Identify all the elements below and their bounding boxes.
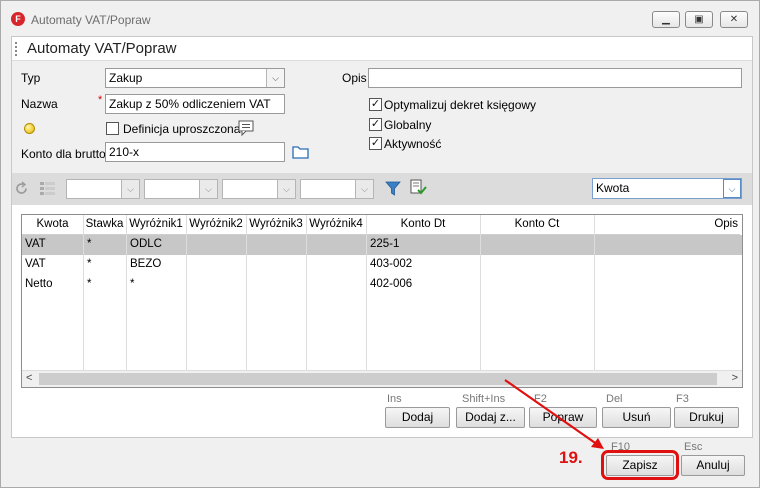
filter-combo-2[interactable]: ⌵ bbox=[144, 179, 218, 199]
cell-wyroznik1: ODLC bbox=[130, 238, 162, 250]
col-header-konto-ct[interactable]: Konto Ct bbox=[480, 215, 594, 235]
chevron-down-icon[interactable]: ⌵ bbox=[277, 180, 295, 198]
konto-field[interactable]: 210-x bbox=[105, 142, 285, 162]
optymalizuj-checkbox[interactable]: ✓ bbox=[369, 98, 382, 111]
cell-wyroznik1: * bbox=[130, 278, 135, 290]
scroll-left-icon[interactable]: < bbox=[26, 372, 32, 384]
col-header-wyroznik3[interactable]: Wyróżnik3 bbox=[246, 215, 306, 235]
horizontal-scrollbar[interactable]: < > bbox=[22, 370, 742, 387]
shortcut-esc: Esc bbox=[684, 441, 703, 453]
close-button[interactable]: ✕ bbox=[720, 11, 748, 28]
col-header-stawka[interactable]: Stawka bbox=[83, 215, 126, 235]
required-marker: * bbox=[98, 94, 103, 106]
filter-combo-1[interactable]: ⌵ bbox=[66, 179, 140, 199]
konto-label: Konto dla brutto bbox=[21, 147, 106, 161]
shortcut-f3: F3 bbox=[676, 393, 689, 405]
globalny-checkbox[interactable]: ✓ bbox=[369, 118, 382, 131]
chevron-down-icon[interactable]: ⌵ bbox=[199, 180, 217, 198]
column-filter-select[interactable]: Kwota ⌵ bbox=[592, 178, 742, 199]
cell-kwota: VAT bbox=[25, 238, 46, 250]
print-button[interactable]: Drukuj bbox=[674, 407, 739, 428]
folder-icon[interactable] bbox=[292, 144, 310, 159]
chevron-down-icon[interactable]: ⌵ bbox=[723, 179, 741, 198]
col-header-wyroznik1[interactable]: Wyróżnik1 bbox=[126, 215, 186, 235]
title-bar[interactable]: F Automaty VAT/Popraw ▁ ▣ ✕ bbox=[1, 1, 759, 37]
data-grid: Kwota Stawka Wyróżnik1 Wyróżnik2 Wyróżni… bbox=[21, 214, 743, 388]
annotation-step-label: 19. bbox=[559, 448, 583, 467]
restore-button[interactable]: ▣ bbox=[685, 11, 713, 28]
header-form: Typ Zakup ⌵ Nazwa * Zakup z 50% odliczen… bbox=[12, 61, 752, 173]
panel-header: Automaty VAT/Popraw bbox=[12, 37, 752, 61]
col-header-wyroznik2[interactable]: Wyróżnik2 bbox=[186, 215, 246, 235]
column-divider bbox=[186, 215, 187, 371]
delete-button[interactable]: Usuń bbox=[602, 407, 671, 428]
column-settings-icon[interactable] bbox=[39, 180, 57, 197]
minimize-button[interactable]: ▁ bbox=[652, 11, 680, 28]
scroll-right-icon[interactable]: > bbox=[732, 372, 738, 384]
opis-label: Opis bbox=[342, 71, 367, 85]
scrollbar-thumb[interactable] bbox=[39, 373, 717, 385]
optymalizuj-label: Optymalizuj dekret księgowy bbox=[384, 98, 537, 112]
cell-kwota: Netto bbox=[25, 278, 53, 290]
column-divider bbox=[306, 215, 307, 371]
chevron-down-icon[interactable]: ⌵ bbox=[121, 180, 139, 198]
nazwa-label: Nazwa bbox=[21, 97, 58, 111]
column-divider bbox=[480, 215, 481, 371]
app-logo-icon: F bbox=[11, 12, 25, 26]
main-panel: Automaty VAT/Popraw Typ Zakup ⌵ Nazwa * … bbox=[11, 36, 753, 438]
comment-icon[interactable] bbox=[238, 120, 255, 136]
filter-combo-3[interactable]: ⌵ bbox=[222, 179, 296, 199]
shortcut-ins: Ins bbox=[387, 393, 402, 405]
column-divider bbox=[594, 215, 595, 371]
grid-toolbar: ⌵ ⌵ ⌵ ⌵ Kwota ⌵ bbox=[12, 173, 752, 205]
typ-label: Typ bbox=[21, 71, 41, 85]
status-bulb-icon bbox=[24, 123, 35, 134]
cancel-button[interactable]: Anuluj bbox=[681, 455, 745, 476]
filter-combo-4[interactable]: ⌵ bbox=[300, 179, 374, 199]
definicja-label: Definicja uproszczona bbox=[123, 122, 241, 136]
opis-field[interactable] bbox=[368, 68, 742, 88]
panel-title: Automaty VAT/Popraw bbox=[27, 40, 177, 57]
column-divider bbox=[366, 215, 367, 371]
column-divider bbox=[126, 215, 127, 371]
col-header-opis[interactable]: Opis bbox=[594, 215, 740, 235]
aktywnosc-checkbox[interactable]: ✓ bbox=[369, 137, 382, 150]
column-divider bbox=[83, 215, 84, 371]
dialog-window: F Automaty VAT/Popraw ▁ ▣ ✕ Automaty VAT… bbox=[0, 0, 760, 488]
cell-konto-dt: 225-1 bbox=[370, 238, 400, 250]
globalny-label: Globalny bbox=[384, 118, 432, 132]
annotation-arrow bbox=[504, 379, 604, 449]
cell-konto-dt: 403-002 bbox=[370, 258, 413, 270]
shortcut-shift-ins: Shift+Ins bbox=[462, 393, 506, 405]
column-filter-value: Kwota bbox=[596, 181, 630, 195]
nazwa-field[interactable]: Zakup z 50% odliczeniem VAT bbox=[105, 94, 285, 114]
cell-wyroznik1: BEZO bbox=[130, 258, 162, 270]
add-button[interactable]: Dodaj bbox=[385, 407, 450, 428]
col-header-konto-dt[interactable]: Konto Dt bbox=[366, 215, 480, 235]
table-row[interactable]: Netto * * 402-006 bbox=[22, 275, 742, 295]
annotation-highlight-box bbox=[601, 450, 679, 480]
cell-kwota: VAT bbox=[25, 258, 46, 270]
refresh-icon[interactable] bbox=[14, 181, 29, 196]
col-header-kwota[interactable]: Kwota bbox=[22, 215, 83, 235]
table-row[interactable]: VAT * BEZO 403-002 bbox=[22, 255, 742, 275]
filter-icon[interactable] bbox=[385, 180, 401, 197]
definicja-checkbox[interactable] bbox=[106, 122, 119, 135]
cell-konto-dt: 402-006 bbox=[370, 278, 413, 290]
typ-value: Zakup bbox=[109, 71, 143, 85]
column-divider bbox=[246, 215, 247, 371]
cell-stawka: * bbox=[87, 258, 92, 270]
export-list-icon[interactable] bbox=[409, 179, 427, 198]
drag-grip-icon[interactable] bbox=[15, 42, 18, 56]
cell-stawka: * bbox=[87, 278, 92, 290]
chevron-down-icon[interactable]: ⌵ bbox=[266, 69, 284, 87]
typ-select[interactable]: Zakup ⌵ bbox=[105, 68, 285, 88]
col-header-wyroznik4[interactable]: Wyróżnik4 bbox=[306, 215, 366, 235]
chevron-down-icon[interactable]: ⌵ bbox=[355, 180, 373, 198]
aktywnosc-label: Aktywność bbox=[384, 137, 442, 151]
cell-stawka: * bbox=[87, 238, 92, 250]
window-title: Automaty VAT/Popraw bbox=[31, 13, 151, 27]
table-row[interactable]: VAT * ODLC 225-1 bbox=[22, 235, 742, 255]
